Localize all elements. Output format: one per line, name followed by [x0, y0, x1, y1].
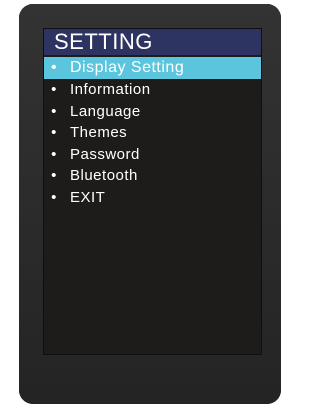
menu-item-language[interactable]: • Language: [44, 101, 261, 123]
bullet-icon: •: [51, 124, 57, 141]
display-screen: SETTING • Display Setting • Information …: [43, 28, 262, 355]
settings-menu: • Display Setting • Information • Langua…: [44, 57, 261, 209]
bullet-icon: •: [51, 167, 57, 184]
menu-item-label: Password: [70, 145, 140, 163]
menu-item-password[interactable]: • Password: [44, 144, 261, 166]
menu-item-label: Display Setting: [70, 59, 185, 76]
bullet-icon: •: [51, 188, 57, 206]
menu-item-label: Information: [70, 81, 151, 98]
menu-item-themes[interactable]: • Themes: [44, 122, 261, 144]
bullet-icon: •: [51, 102, 57, 120]
menu-title: SETTING: [44, 29, 261, 55]
menu-item-information[interactable]: • Information: [44, 79, 261, 101]
menu-item-exit[interactable]: • EXIT: [44, 187, 261, 209]
menu-item-bluetooth[interactable]: • Bluetooth: [44, 165, 261, 187]
bullet-icon: •: [51, 145, 57, 163]
menu-item-label: Language: [70, 102, 141, 120]
menu-item-label: Themes: [70, 124, 128, 141]
bullet-icon: •: [50, 59, 58, 76]
menu-item-label: Bluetooth: [70, 167, 138, 184]
menu-item-label: EXIT: [70, 188, 106, 206]
bullet-icon: •: [51, 81, 57, 98]
menu-item-display-setting[interactable]: • Display Setting: [44, 57, 261, 79]
device-frame: SETTING • Display Setting • Information …: [19, 4, 281, 404]
